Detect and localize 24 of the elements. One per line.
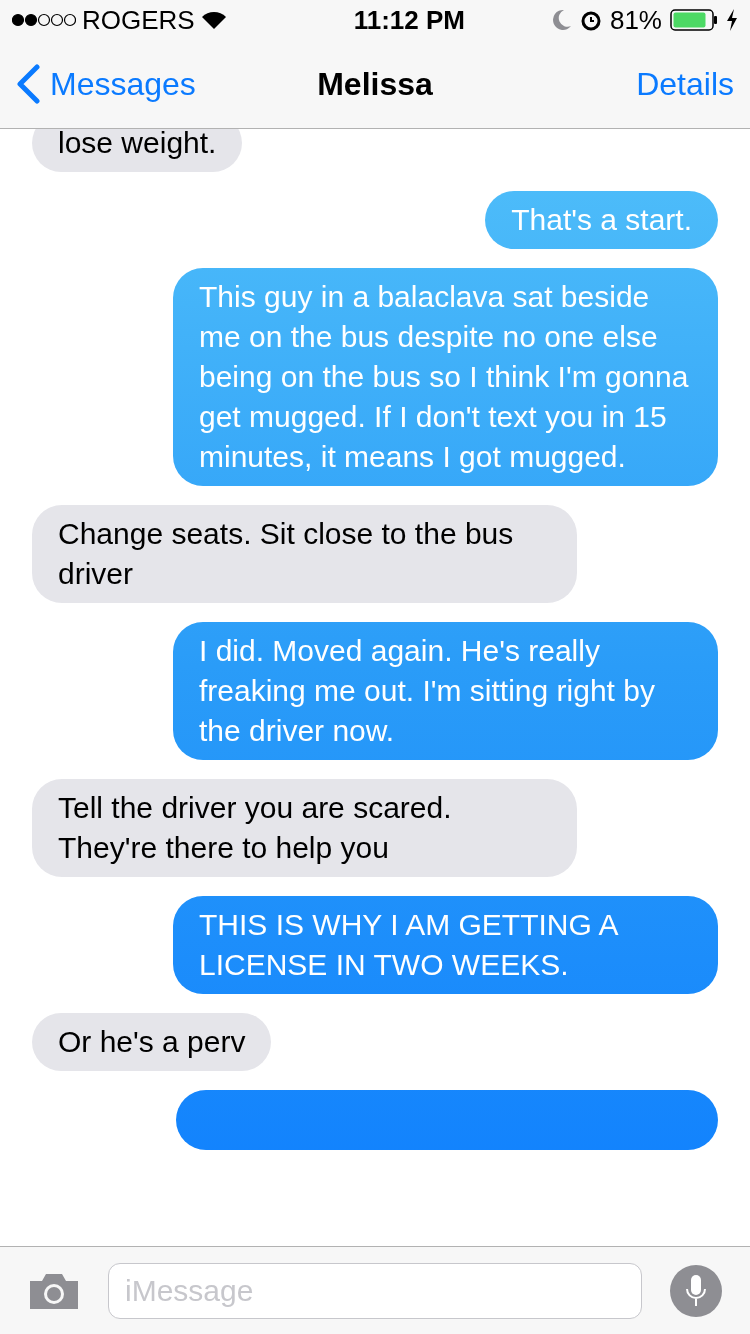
moon-icon xyxy=(551,9,572,31)
back-button[interactable]: Messages xyxy=(16,60,196,108)
clock: 11:12 PM xyxy=(353,3,465,37)
microphone-icon xyxy=(685,1273,707,1308)
message-bubble: Change seats. Sit close to the bus driver xyxy=(32,505,577,603)
message-bubble: I did. Moved again. He's really freaking me out. I'm sitting right by the driver now. xyxy=(173,622,718,760)
message-bubble: Tell the driver you are scared. They're there to help you xyxy=(32,779,577,877)
carrier-name: ROGERS xyxy=(82,3,195,37)
alarm-icon xyxy=(579,9,602,31)
message-bubble: lose weight. xyxy=(32,129,243,172)
message-bubble: Or he's a perv xyxy=(32,1013,272,1071)
battery-percent: 81% xyxy=(609,3,662,37)
microphone-button[interactable] xyxy=(670,1264,722,1317)
signal-icon xyxy=(12,13,76,27)
charging-icon xyxy=(726,9,738,31)
wifi-icon xyxy=(200,10,227,30)
battery-icon xyxy=(670,9,718,31)
message-bubble: That's a start. xyxy=(485,191,718,249)
message-field[interactable]: iMessage xyxy=(108,1262,642,1319)
chevron-left-icon xyxy=(16,64,40,104)
message-bubble: THIS IS WHY I AM GETTING A LICENSE IN TWO WEEKS. xyxy=(173,896,718,994)
contact-name: Melissa xyxy=(317,65,433,104)
details-button[interactable]: Details xyxy=(636,60,734,108)
message-bubble: This guy in a balaclava sat beside me on the bus despite no one else being on the bus so I think I'm gonna get mugged. If I don't text you in 15 minutes, it means I got mugged. xyxy=(173,268,718,486)
